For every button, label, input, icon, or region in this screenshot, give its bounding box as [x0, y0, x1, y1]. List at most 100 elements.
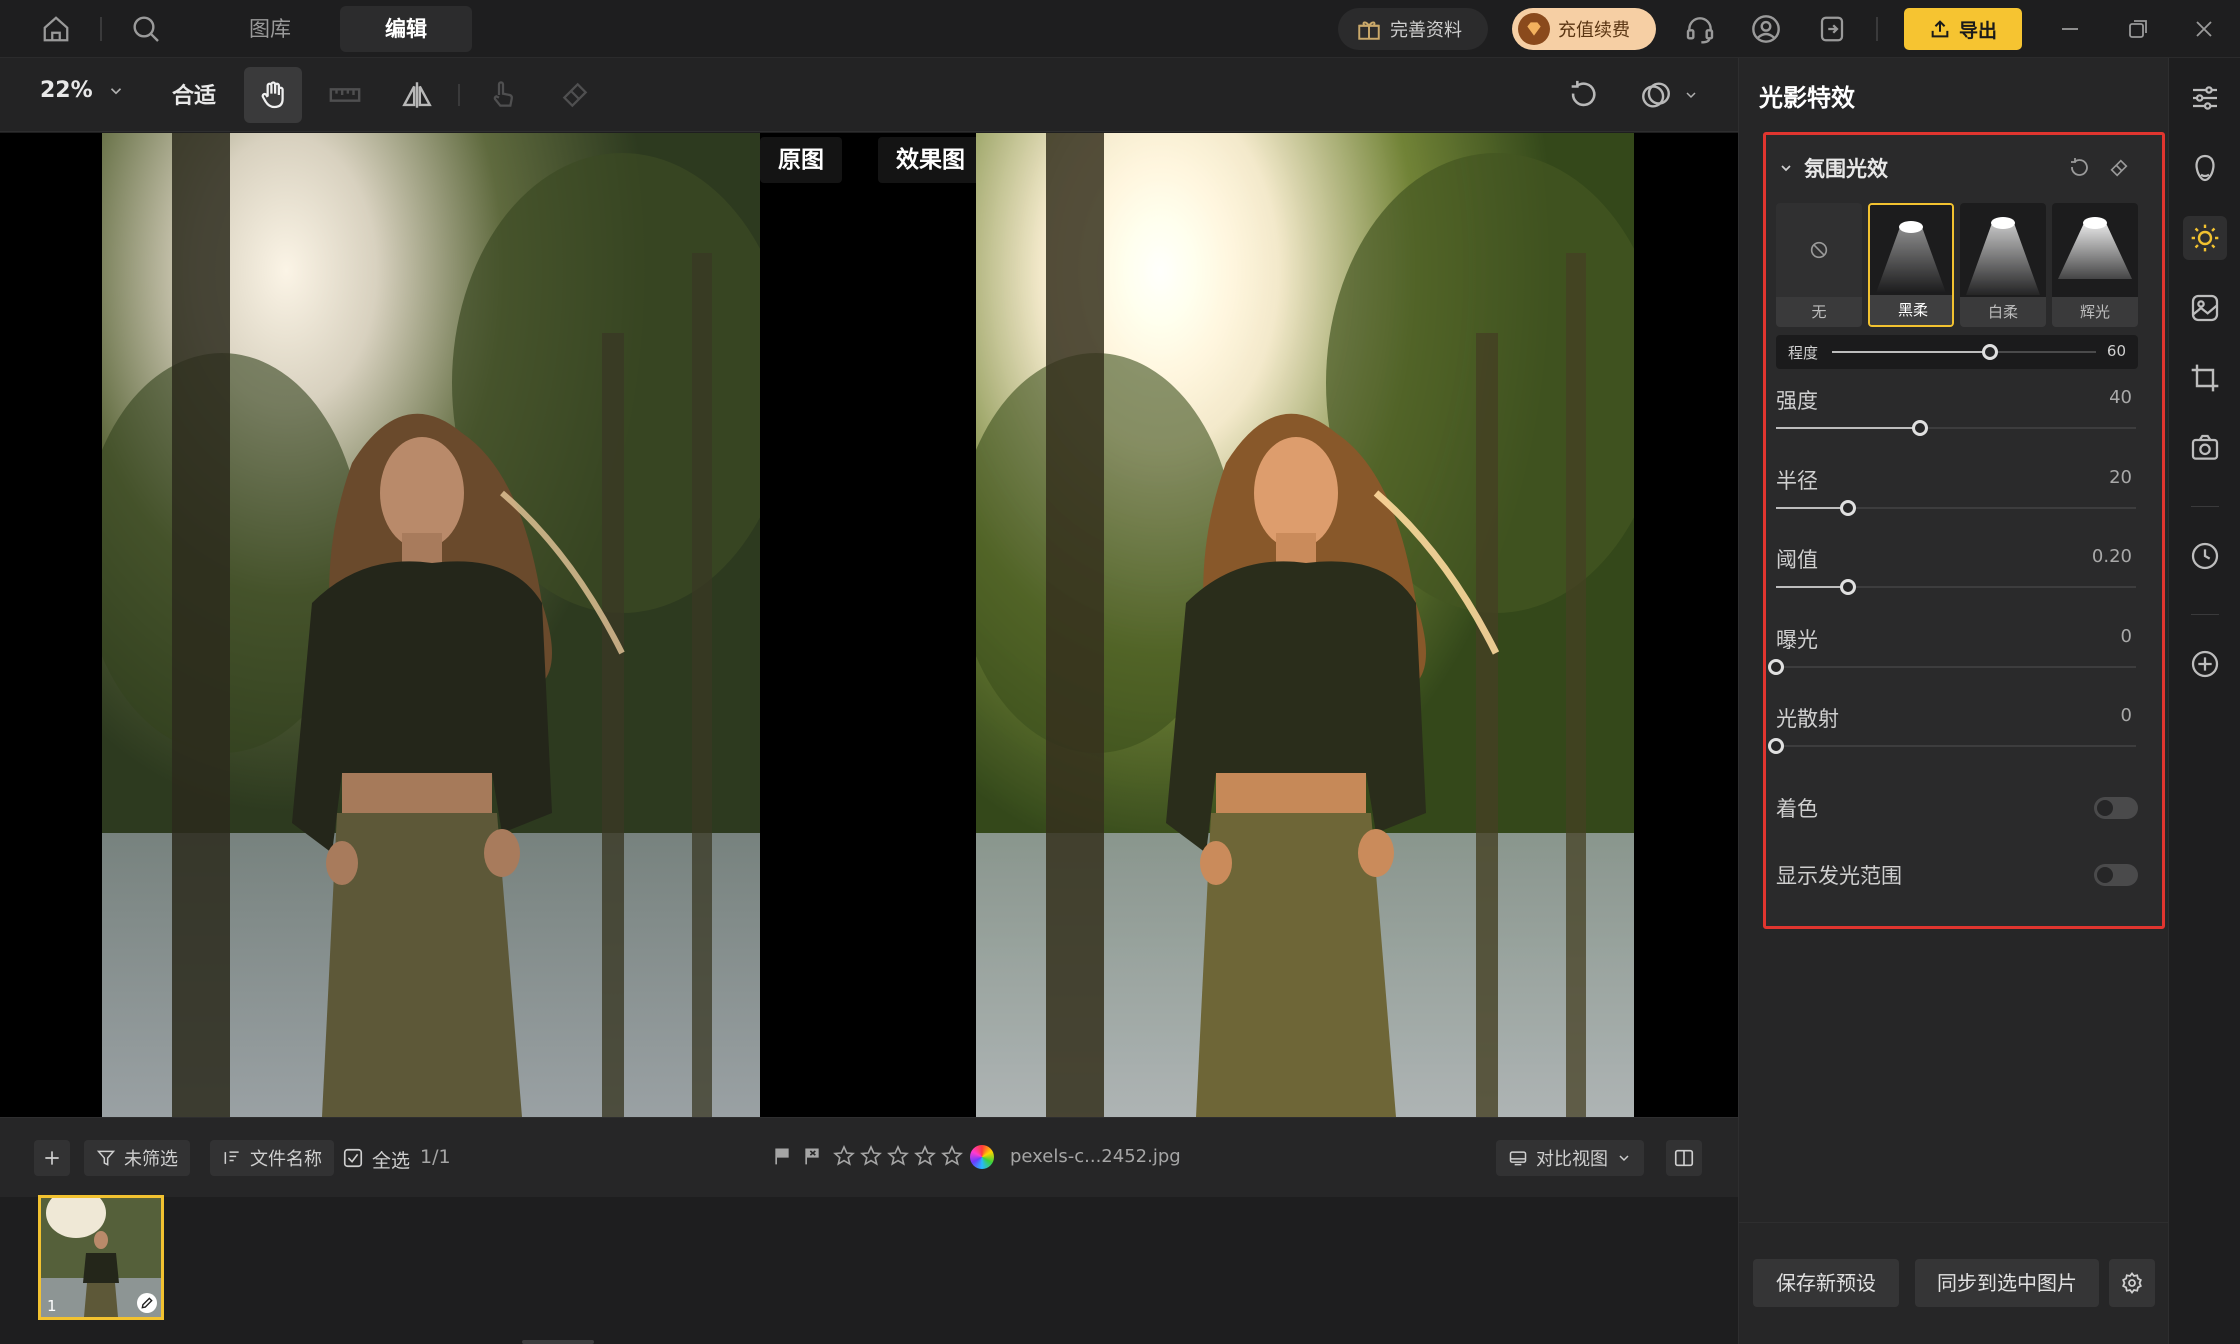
portrait-icon[interactable]: [2183, 146, 2227, 190]
slider-fill: [1776, 507, 1848, 509]
preset-white-soft[interactable]: 白柔: [1960, 203, 2046, 327]
star-icon[interactable]: [832, 1144, 856, 1168]
user-icon[interactable]: [1746, 9, 1786, 49]
slider-fill: [1776, 586, 1848, 588]
intensity-slider[interactable]: 强度 40: [1776, 385, 2138, 441]
slider-track[interactable]: [1776, 420, 2136, 436]
ruler-tool-button[interactable]: [316, 67, 374, 123]
search-icon[interactable]: [126, 9, 166, 49]
degree-knob[interactable]: [1982, 344, 1999, 360]
section-header[interactable]: 氛围光效: [1778, 153, 1888, 183]
recharge-button[interactable]: 充值续费: [1512, 8, 1656, 50]
export-label: 导出: [1958, 19, 1997, 42]
recharge-label: 充值续费: [1558, 20, 1630, 41]
reset-tool-button[interactable]: [1554, 67, 1612, 123]
settings-button[interactable]: [2109, 1259, 2155, 1307]
filter-label: 未筛选: [124, 1149, 178, 1170]
sun-icon[interactable]: [2183, 216, 2227, 260]
zoom-dropdown[interactable]: 22%: [40, 78, 125, 103]
slider-track[interactable]: [1768, 738, 2136, 754]
light-scatter-slider[interactable]: 光散射 0: [1768, 703, 2138, 759]
select-all-label[interactable]: 全选: [372, 1146, 410, 1173]
filmstrip-scrollbar[interactable]: [522, 1340, 594, 1344]
tab-edit[interactable]: 编辑: [340, 6, 472, 52]
degree-slider[interactable]: 程度 60: [1776, 335, 2138, 369]
eraser-icon[interactable]: [2104, 153, 2134, 183]
home-icon[interactable]: [36, 9, 76, 49]
section-title: 氛围光效: [1804, 157, 1888, 181]
adjust-icon[interactable]: [2183, 76, 2227, 120]
add-circle-icon[interactable]: [2183, 642, 2227, 686]
panel-title: 光影特效: [1759, 84, 1855, 112]
show-glow-range-toggle[interactable]: [2094, 864, 2138, 886]
flag-icon[interactable]: [772, 1146, 792, 1166]
radius-slider[interactable]: 半径 20: [1776, 465, 2138, 521]
eraser-tool-button[interactable]: [546, 67, 604, 123]
tint-toggle[interactable]: [2094, 797, 2138, 819]
checkbox-icon: [343, 1148, 363, 1168]
thumbnail[interactable]: 1: [38, 1195, 164, 1320]
divider: [2191, 614, 2219, 615]
slider-knob[interactable]: [1768, 659, 1784, 675]
preset-glow[interactable]: 辉光: [2052, 203, 2138, 327]
star-icon[interactable]: [913, 1144, 937, 1168]
filter-icon: [96, 1150, 116, 1166]
divider: [100, 17, 102, 41]
camera-icon[interactable]: [2183, 426, 2227, 470]
reset-icon[interactable]: [2064, 153, 2094, 183]
slider-knob[interactable]: [1840, 579, 1856, 595]
save-preset-button[interactable]: 保存新预设: [1753, 1259, 1899, 1307]
restore-icon[interactable]: [2118, 9, 2158, 49]
hand-tool-button[interactable]: [244, 67, 302, 123]
compare-view-dropdown[interactable]: 对比视图: [1496, 1140, 1644, 1176]
preset-black-soft[interactable]: 黑柔: [1868, 203, 1954, 327]
close-icon[interactable]: [2184, 9, 2224, 49]
headset-icon[interactable]: [1680, 9, 1720, 49]
reject-flag-icon[interactable]: [802, 1146, 822, 1166]
color-label-icon[interactable]: [970, 1145, 994, 1169]
sync-to-selected-button[interactable]: 同步到选中图片: [1915, 1259, 2099, 1307]
slider-track[interactable]: [1776, 500, 2136, 516]
image-canvas[interactable]: 原图 效果图: [0, 133, 1738, 1117]
complete-profile-button[interactable]: 完善资料: [1338, 8, 1488, 50]
slider-track[interactable]: [1768, 659, 2136, 675]
overlay-dropdown[interactable]: [1624, 67, 1714, 123]
slider-knob[interactable]: [1768, 738, 1784, 754]
image-effects-icon[interactable]: [2183, 286, 2227, 330]
edited-badge: [137, 1293, 157, 1313]
logout-icon[interactable]: [1812, 9, 1852, 49]
star-icon[interactable]: [940, 1144, 964, 1168]
sort-button[interactable]: 文件名称: [210, 1140, 334, 1176]
slider-knob[interactable]: [1912, 420, 1928, 436]
slider-track[interactable]: [1776, 579, 2136, 595]
preset-none[interactable]: 无: [1776, 203, 1862, 327]
exposure-slider[interactable]: 曝光 0: [1768, 624, 2138, 680]
slider-label: 曝光: [1776, 628, 1818, 652]
history-icon[interactable]: [2183, 534, 2227, 578]
fit-button[interactable]: 合适: [172, 78, 216, 110]
add-button[interactable]: [34, 1140, 70, 1176]
pencil-icon: [141, 1297, 153, 1309]
preset-label: 黑柔: [1870, 295, 1952, 325]
slider-knob[interactable]: [1840, 500, 1856, 516]
crop-icon[interactable]: [2183, 356, 2227, 400]
star-icon[interactable]: [886, 1144, 910, 1168]
split-view-button[interactable]: [1666, 1140, 1702, 1176]
tab-library[interactable]: 图库: [230, 6, 310, 52]
flip-tool-button[interactable]: [388, 67, 446, 123]
show-glow-range-toggle-row: 显示发光范围: [1776, 860, 2138, 890]
touch-tool-button[interactable]: [474, 67, 532, 123]
sort-label: 文件名称: [250, 1149, 322, 1170]
ambient-light-section: 氛围光效 无 黑柔 白柔 辉光 程度 60 强度 40 半径 20 阈值 0.2…: [1763, 132, 2165, 929]
select-all-checkbox[interactable]: [342, 1147, 364, 1169]
preset-label: 辉光: [2052, 297, 2138, 327]
hand-icon: [261, 81, 284, 109]
degree-track[interactable]: [1832, 344, 2096, 360]
minimize-icon[interactable]: [2050, 9, 2090, 49]
star-icon[interactable]: [859, 1144, 883, 1168]
divider: [1876, 17, 1878, 41]
export-button[interactable]: 导出: [1904, 8, 2022, 50]
filter-button[interactable]: 未筛选: [84, 1140, 190, 1176]
original-photo: [102, 133, 760, 1117]
threshold-slider[interactable]: 阈值 0.20: [1776, 544, 2138, 600]
